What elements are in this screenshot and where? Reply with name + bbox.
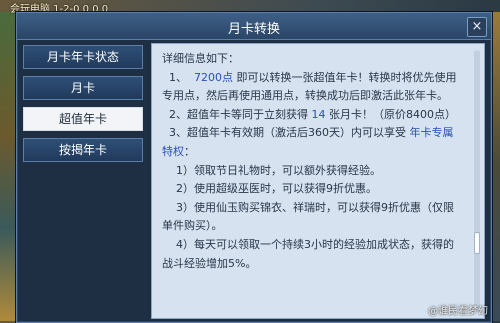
game-scene-left	[0, 12, 16, 321]
details-heading: 详细信息如下：	[162, 52, 239, 65]
privilege-item: 4）每天可以领取一个持续3小时的经验加成状态，获得的战斗经验增加5%。	[162, 237, 454, 270]
privilege-item: 1）领取节日礼物时，可以额外获得经验。	[176, 163, 381, 177]
details-point-1: 1、 7200点 即可以转换一张超值年卡！转换时将优先使用专用点，然后再使用通用…	[162, 70, 457, 103]
points-required: 7200点	[194, 70, 233, 84]
dialog-title: 月卡转换	[227, 22, 280, 37]
scrollbar-thumb[interactable]	[474, 232, 480, 254]
close-icon: ×	[471, 19, 483, 34]
details-panel: 详细信息如下： 1、 7200点 即可以转换一张超值年卡！转换时将优先使用专用点…	[151, 43, 485, 319]
watermark: @谁民看梦幻	[428, 306, 488, 317]
details-text: 详细信息如下： 1、 7200点 即可以转换一张超值年卡！转换时将优先使用专用点…	[162, 50, 462, 273]
tab-card-status[interactable]: 月卡年卡状态	[23, 45, 143, 69]
dialog-title-bar[interactable]: 月卡转换 ×	[17, 13, 491, 40]
privilege-item: 3）使用仙玉购买锦衣、祥瑞时，可以获得9折优惠（仅限单件购买）。	[162, 200, 454, 233]
month-card-count: 14	[311, 107, 326, 121]
close-button[interactable]: ×	[467, 17, 487, 37]
privilege-item: 2）使用超级巫医时，可以获得9折优惠。	[176, 182, 377, 196]
tab-value-annual-card[interactable]: 超值年卡	[23, 107, 143, 131]
details-scrollbar[interactable]	[474, 50, 480, 312]
details-point-2: 2、超值年卡等同于立刻获得 14 张月卡！（原价8400点）	[169, 107, 456, 121]
month-card-conversion-dialog: 月卡转换 × 月卡年卡状态 月卡 超值年卡 按揭年卡 详细信息如下： 1、 72…	[16, 12, 492, 323]
tab-installment-annual-card[interactable]: 按揭年卡	[23, 138, 143, 162]
details-point-3: 3、超值年卡有效期（激活后360天）内可以享受 年卡专属特权：	[162, 126, 454, 158]
tab-month-card[interactable]: 月卡	[23, 76, 143, 100]
card-type-sidebar: 月卡年卡状态 月卡 超值年卡 按揭年卡	[23, 45, 145, 169]
